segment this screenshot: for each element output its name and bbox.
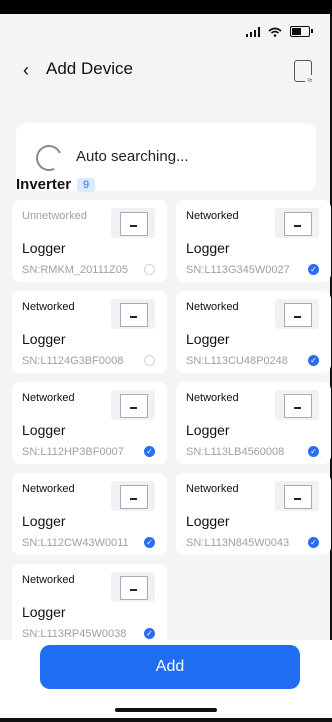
- header: ‹ Add Device ≈: [0, 58, 332, 85]
- device-sn: SN:L1124G3BF0008: [22, 355, 124, 367]
- device-sn: SN:L112CW43W0011: [22, 537, 129, 549]
- home-indicator: [115, 708, 217, 712]
- device-sn: SN:L112HP3BF0007: [22, 446, 124, 458]
- device-name: Logger: [22, 240, 66, 256]
- device-card[interactable]: Networked Logger SN:L112HP3BF0007 ✓: [12, 382, 167, 464]
- device-image: [275, 390, 319, 420]
- device-status: Networked: [22, 301, 75, 313]
- device-card[interactable]: Networked Logger SN:L113G345W0027 ✓: [176, 200, 331, 282]
- device-status: Networked: [186, 301, 239, 313]
- device-sn: SN:L113RP45W0038: [22, 628, 127, 640]
- checked-icon[interactable]: ✓: [308, 446, 319, 457]
- device-card[interactable]: Unnetworked Logger SN:RMKM_20111Z05: [12, 200, 167, 282]
- unchecked-circle-icon[interactable]: [144, 355, 155, 366]
- device-wifi-icon[interactable]: ≈: [294, 60, 315, 85]
- checked-icon[interactable]: ✓: [144, 446, 155, 457]
- bottom-edge-line: [0, 718, 332, 722]
- checked-icon[interactable]: ✓: [144, 628, 155, 639]
- device-status: Unnetworked: [22, 210, 87, 222]
- inverter-section-header: Inverter 9: [16, 176, 96, 193]
- device-name: Logger: [22, 604, 66, 620]
- device-name: Logger: [186, 240, 230, 256]
- battery-icon: [290, 26, 313, 37]
- device-sn: SN:L113CU48P0248: [186, 355, 288, 367]
- device-name: Logger: [22, 513, 66, 529]
- device-status: Networked: [22, 483, 75, 495]
- device-status: Networked: [22, 392, 75, 404]
- device-status: Networked: [22, 574, 75, 586]
- device-card[interactable]: Networked Logger SN:L113CU48P0248 ✓: [176, 291, 331, 373]
- page-title: Add Device: [46, 59, 133, 78]
- device-image: [111, 572, 155, 602]
- checked-icon[interactable]: ✓: [144, 537, 155, 548]
- device-image: [111, 299, 155, 329]
- wifi-icon: [268, 27, 282, 37]
- device-name: Logger: [186, 331, 230, 347]
- device-name: Logger: [22, 331, 66, 347]
- device-name: Logger: [186, 422, 230, 438]
- loading-spinner-icon: [32, 141, 66, 175]
- device-sn: SN:RMKM_20111Z05: [22, 264, 128, 276]
- device-name: Logger: [22, 422, 66, 438]
- checked-icon[interactable]: ✓: [308, 355, 319, 366]
- add-button[interactable]: Add: [40, 645, 300, 689]
- device-card[interactable]: Networked Logger SN:L1124G3BF0008: [12, 291, 167, 373]
- device-sn: SN:L113LB4560008: [186, 446, 285, 458]
- device-card[interactable]: Networked Logger SN:L113LB4560008 ✓: [176, 382, 331, 464]
- device-status: Networked: [186, 210, 239, 222]
- search-status-text: Auto searching...: [76, 148, 189, 165]
- device-status: Networked: [186, 392, 239, 404]
- device-image: [111, 390, 155, 420]
- status-bar: [246, 26, 313, 37]
- device-image: [275, 299, 319, 329]
- device-image: [111, 208, 155, 238]
- device-card[interactable]: Networked Logger SN:L113RP45W0038 ✓: [12, 564, 167, 646]
- device-image: [111, 481, 155, 511]
- device-image: [275, 481, 319, 511]
- signal-icon: [246, 26, 260, 37]
- device-image: [275, 208, 319, 238]
- checked-icon[interactable]: ✓: [308, 264, 319, 275]
- device-name: Logger: [186, 513, 230, 529]
- unchecked-circle-icon[interactable]: [144, 264, 155, 275]
- device-card[interactable]: Networked Logger SN:L112CW43W0011 ✓: [12, 473, 167, 555]
- checked-icon[interactable]: ✓: [308, 537, 319, 548]
- count-badge: 9: [77, 177, 96, 192]
- device-sn: SN:L113N845W0043: [186, 537, 290, 549]
- back-arrow-icon[interactable]: ‹: [23, 61, 39, 79]
- device-card[interactable]: Networked Logger SN:L113N845W0043 ✓: [176, 473, 331, 555]
- device-sn: SN:L113G345W0027: [186, 264, 290, 276]
- device-status: Networked: [186, 483, 239, 495]
- section-title: Inverter: [16, 176, 72, 193]
- top-black-bar: [0, 0, 332, 14]
